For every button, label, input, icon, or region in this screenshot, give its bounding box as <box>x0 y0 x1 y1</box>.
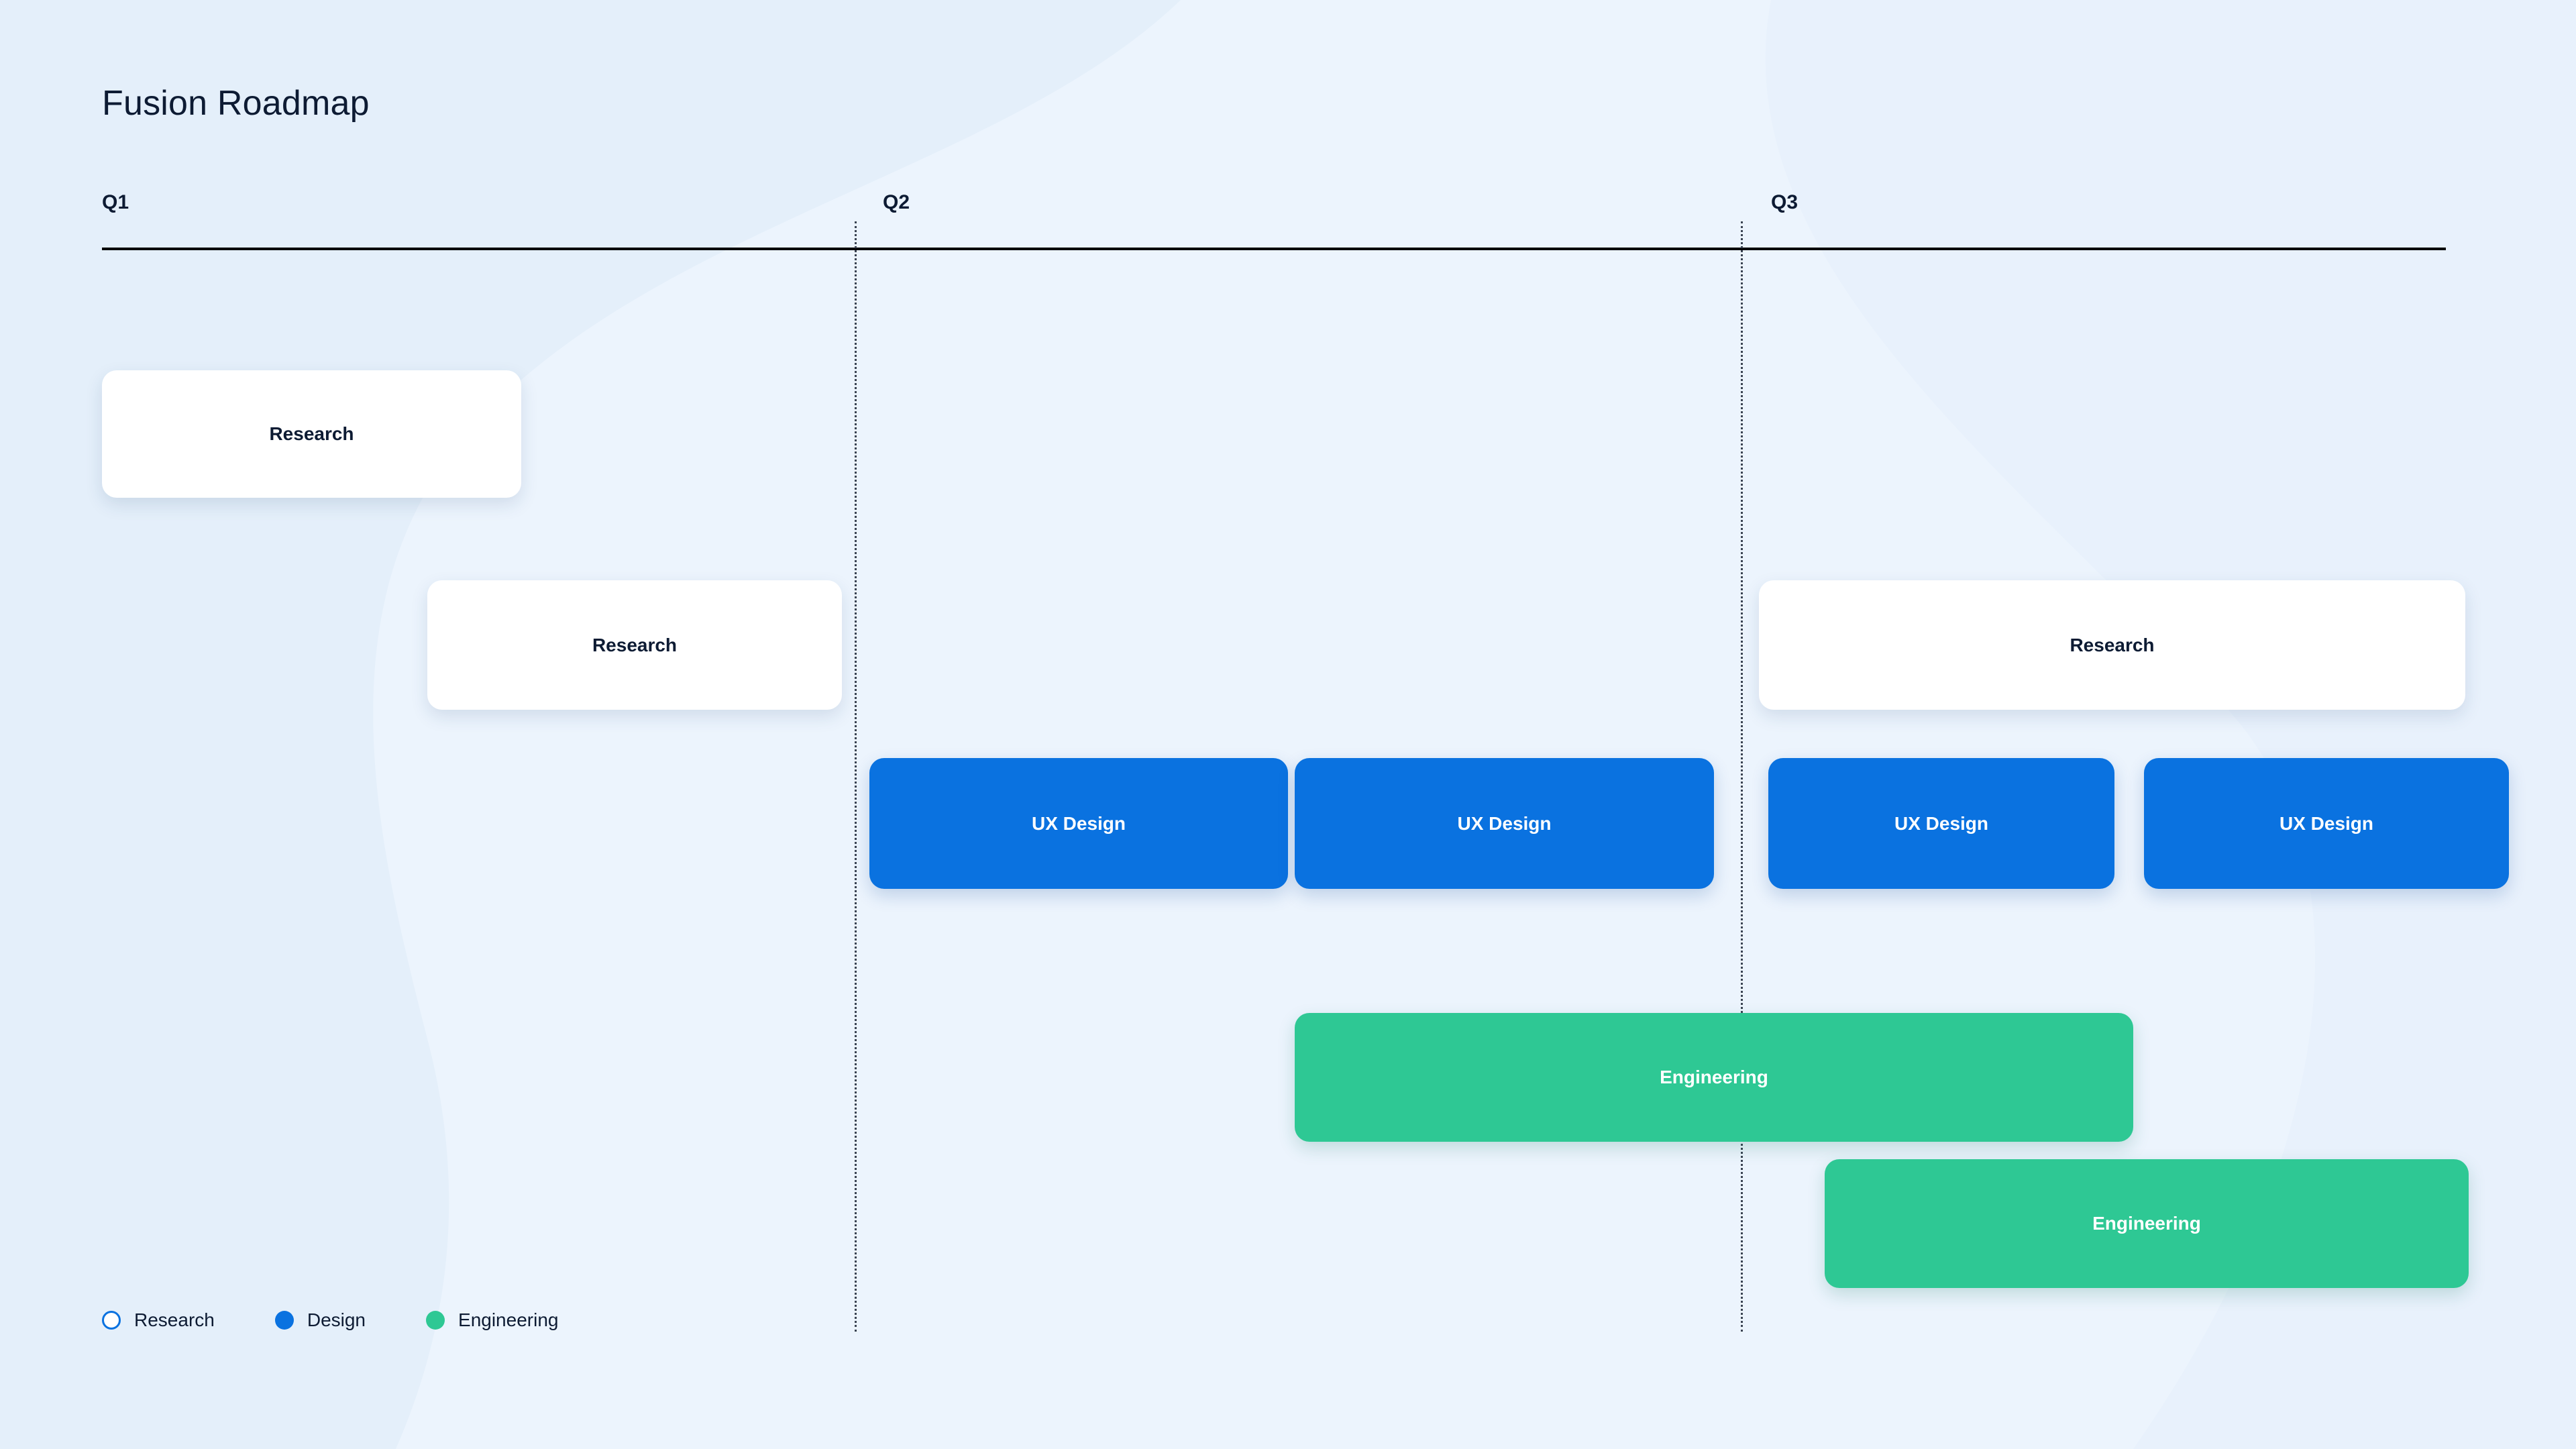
timeline-header-rule <box>102 248 2446 250</box>
task-bar-label: UX Design <box>2279 812 2374 834</box>
legend-item-label: Research <box>134 1309 215 1330</box>
quarter-divider-q3 <box>1741 221 1743 1332</box>
legend-swatch-icon <box>274 1311 294 1330</box>
page-title: Fusion Roadmap <box>102 84 370 123</box>
task-bar-label: UX Design <box>1031 812 1126 834</box>
task-bar-engineering[interactable]: Engineering <box>1825 1159 2469 1288</box>
legend-item-design[interactable]: Design <box>274 1309 366 1331</box>
task-bar-label: UX Design <box>1457 812 1552 834</box>
legend-item-label: Engineering <box>458 1309 559 1330</box>
legend-swatch-icon <box>426 1311 445 1330</box>
task-bar-research[interactable]: Research <box>1759 580 2465 710</box>
task-bar-label: Research <box>269 423 354 444</box>
task-bar-research[interactable]: Research <box>102 370 521 498</box>
quarter-header-q2: Q2 <box>883 191 910 213</box>
task-bar-label: Engineering <box>1660 1067 1768 1087</box>
task-bar-engineering[interactable]: Engineering <box>1295 1013 2133 1142</box>
task-bar-research[interactable]: Research <box>427 580 842 710</box>
legend: Research Design Engineering <box>102 1309 619 1331</box>
task-bar-label: Research <box>2070 634 2155 655</box>
task-bar-design[interactable]: UX Design <box>2144 758 2509 889</box>
quarter-divider-q2 <box>855 221 857 1332</box>
quarter-header-q1: Q1 <box>102 191 129 213</box>
legend-item-research[interactable]: Research <box>102 1309 215 1331</box>
legend-item-label: Design <box>307 1309 366 1330</box>
task-bar-design[interactable]: UX Design <box>869 758 1288 889</box>
task-bar-design[interactable]: UX Design <box>1768 758 2114 889</box>
task-bar-design[interactable]: UX Design <box>1295 758 1714 889</box>
task-bar-label: Research <box>592 634 678 655</box>
legend-swatch-icon <box>102 1311 121 1330</box>
task-bar-label: Engineering <box>2092 1213 2201 1234</box>
task-bar-label: UX Design <box>1894 812 1989 834</box>
roadmap-canvas: Fusion Roadmap Q1 Q2 Q3 Research Research… <box>0 0 2576 1449</box>
quarter-header-q3: Q3 <box>1771 191 1799 213</box>
legend-item-engineering[interactable]: Engineering <box>426 1309 558 1331</box>
